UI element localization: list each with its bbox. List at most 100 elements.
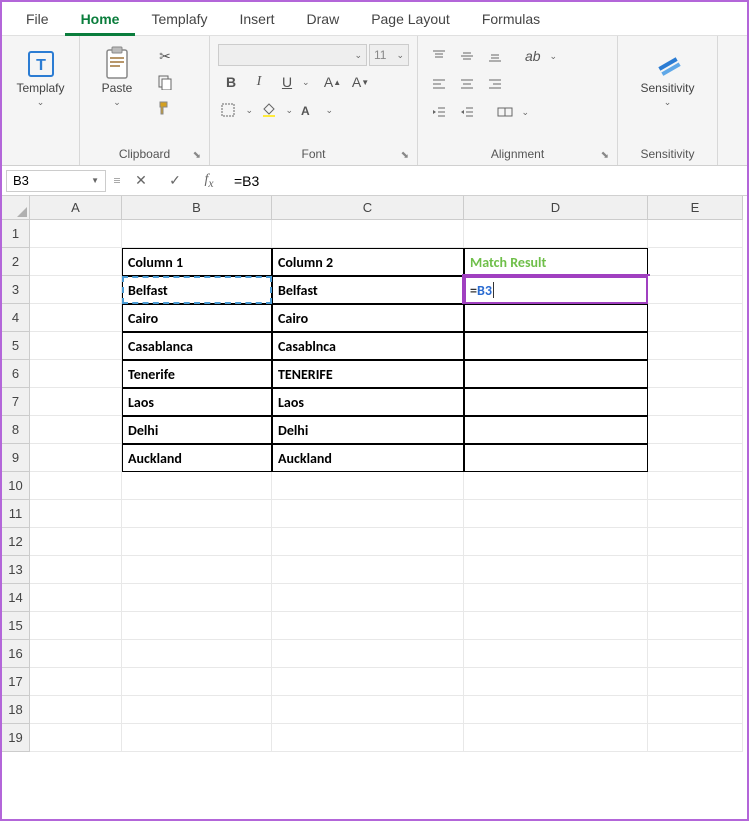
cell-E16[interactable] bbox=[648, 640, 743, 668]
underline-button[interactable]: U bbox=[274, 70, 300, 94]
align-bottom-button[interactable] bbox=[482, 44, 508, 68]
row-header-8[interactable]: 8 bbox=[2, 416, 30, 444]
cell-D16[interactable] bbox=[464, 640, 648, 668]
row-header-1[interactable]: 1 bbox=[2, 220, 30, 248]
cell-E1[interactable] bbox=[648, 220, 743, 248]
align-left-button[interactable] bbox=[426, 72, 452, 96]
cell-C7[interactable]: Laos bbox=[272, 388, 464, 416]
cell-E4[interactable] bbox=[648, 304, 743, 332]
cell-C1[interactable] bbox=[272, 220, 464, 248]
cell-A1[interactable] bbox=[30, 220, 122, 248]
cell-B16[interactable] bbox=[122, 640, 272, 668]
cell-B10[interactable] bbox=[122, 472, 272, 500]
cell-A17[interactable] bbox=[30, 668, 122, 696]
font-name-select[interactable]: ⌄ bbox=[218, 44, 367, 66]
cell-A4[interactable] bbox=[30, 304, 122, 332]
cell-E14[interactable] bbox=[648, 584, 743, 612]
cell-D14[interactable] bbox=[464, 584, 648, 612]
cell-D12[interactable] bbox=[464, 528, 648, 556]
cell-D11[interactable] bbox=[464, 500, 648, 528]
cut-button[interactable]: ✂ bbox=[152, 44, 178, 68]
tab-draw[interactable]: Draw bbox=[291, 2, 356, 36]
increase-indent-button[interactable] bbox=[454, 100, 480, 124]
cell-B9[interactable]: Auckland bbox=[122, 444, 272, 472]
cell-B3[interactable]: Belfast bbox=[122, 276, 272, 304]
cancel-formula-button[interactable]: ✕ bbox=[128, 170, 154, 192]
cell-A7[interactable] bbox=[30, 388, 122, 416]
cell-A18[interactable] bbox=[30, 696, 122, 724]
cell-E15[interactable] bbox=[648, 612, 743, 640]
row-header-3[interactable]: 3 bbox=[2, 276, 30, 304]
cell-D7[interactable] bbox=[464, 388, 648, 416]
row-header-6[interactable]: 6 bbox=[2, 360, 30, 388]
cell-E10[interactable] bbox=[648, 472, 743, 500]
cell-D18[interactable] bbox=[464, 696, 648, 724]
italic-button[interactable]: I bbox=[246, 70, 272, 94]
cell-D1[interactable] bbox=[464, 220, 648, 248]
cell-B18[interactable] bbox=[122, 696, 272, 724]
row-header-17[interactable]: 17 bbox=[2, 668, 30, 696]
cell-B5[interactable]: Casablanca bbox=[122, 332, 272, 360]
col-header-C[interactable]: C bbox=[272, 196, 464, 220]
cell-C2[interactable]: Column 2 bbox=[272, 248, 464, 276]
cell-B2[interactable]: Column 1 bbox=[122, 248, 272, 276]
cell-E12[interactable] bbox=[648, 528, 743, 556]
cell-C11[interactable] bbox=[272, 500, 464, 528]
sensitivity-button[interactable]: Sensitivity⌄ bbox=[639, 44, 697, 112]
cell-A5[interactable] bbox=[30, 332, 122, 360]
insert-function-button[interactable]: fx bbox=[196, 170, 222, 192]
cell-A2[interactable] bbox=[30, 248, 122, 276]
cell-E19[interactable] bbox=[648, 724, 743, 752]
cell-C5[interactable]: Casablnca bbox=[272, 332, 464, 360]
cell-B17[interactable] bbox=[122, 668, 272, 696]
cell-A10[interactable] bbox=[30, 472, 122, 500]
cell-E7[interactable] bbox=[648, 388, 743, 416]
cell-C15[interactable] bbox=[272, 612, 464, 640]
align-middle-button[interactable] bbox=[454, 44, 480, 68]
clipboard-expand-icon[interactable]: ⬊ bbox=[193, 150, 201, 161]
decrease-font-button[interactable]: A▼ bbox=[348, 70, 374, 94]
cell-C8[interactable]: Delhi bbox=[272, 416, 464, 444]
cell-A11[interactable] bbox=[30, 500, 122, 528]
increase-font-button[interactable]: A▲ bbox=[320, 70, 346, 94]
tab-page-layout[interactable]: Page Layout bbox=[355, 2, 466, 36]
cell-E3[interactable] bbox=[648, 276, 743, 304]
cell-D3[interactable]: =B3 bbox=[464, 276, 648, 304]
cell-D17[interactable] bbox=[464, 668, 648, 696]
cell-D10[interactable] bbox=[464, 472, 648, 500]
alignment-expand-icon[interactable]: ⬊ bbox=[601, 150, 609, 161]
row-header-18[interactable]: 18 bbox=[2, 696, 30, 724]
row-header-19[interactable]: 19 bbox=[2, 724, 30, 752]
col-header-E[interactable]: E bbox=[648, 196, 743, 220]
copy-button[interactable] bbox=[152, 70, 178, 94]
row-header-11[interactable]: 11 bbox=[2, 500, 30, 528]
cell-A12[interactable] bbox=[30, 528, 122, 556]
enter-formula-button[interactable]: ✓ bbox=[162, 170, 188, 192]
align-right-button[interactable] bbox=[482, 72, 508, 96]
cell-D4[interactable] bbox=[464, 304, 648, 332]
cell-D8[interactable] bbox=[464, 416, 648, 444]
row-header-15[interactable]: 15 bbox=[2, 612, 30, 640]
font-expand-icon[interactable]: ⬊ bbox=[401, 150, 409, 161]
cell-A9[interactable] bbox=[30, 444, 122, 472]
tab-home[interactable]: Home bbox=[65, 2, 136, 36]
cell-C4[interactable]: Cairo bbox=[272, 304, 464, 332]
format-painter-button[interactable] bbox=[152, 96, 178, 120]
cell-C13[interactable] bbox=[272, 556, 464, 584]
cell-D2[interactable]: Match Result bbox=[464, 248, 648, 276]
cell-C16[interactable] bbox=[272, 640, 464, 668]
cell-A8[interactable] bbox=[30, 416, 122, 444]
cell-D9[interactable] bbox=[464, 444, 648, 472]
cell-A15[interactable] bbox=[30, 612, 122, 640]
cell-C18[interactable] bbox=[272, 696, 464, 724]
tab-file[interactable]: File bbox=[10, 2, 65, 36]
cell-C17[interactable] bbox=[272, 668, 464, 696]
cell-C9[interactable]: Auckland bbox=[272, 444, 464, 472]
align-center-button[interactable] bbox=[454, 72, 480, 96]
font-color-button[interactable]: A⌄ bbox=[298, 98, 336, 122]
cell-D5[interactable] bbox=[464, 332, 648, 360]
templafy-button[interactable]: T Templafy⌄ bbox=[12, 44, 70, 112]
cell-A3[interactable] bbox=[30, 276, 122, 304]
cell-B1[interactable] bbox=[122, 220, 272, 248]
col-header-D[interactable]: D bbox=[464, 196, 648, 220]
